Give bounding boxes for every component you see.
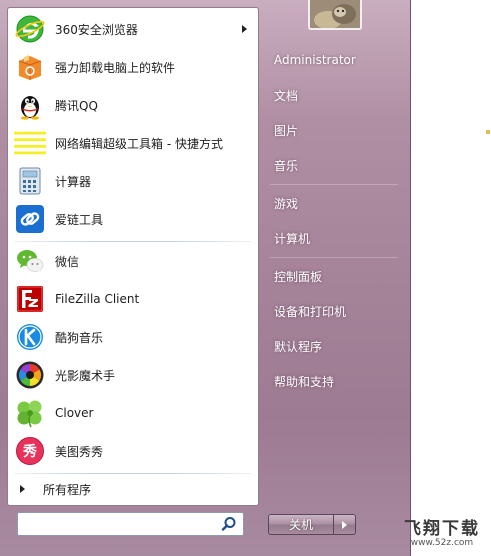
program-label: 光影魔术手 bbox=[55, 368, 116, 383]
default-programs-label: 默认程序 bbox=[274, 339, 323, 354]
site-watermark: 飞翔下载 www.52z.com bbox=[396, 514, 488, 554]
music-link[interactable]: 音乐 bbox=[268, 151, 402, 179]
search-icon[interactable] bbox=[220, 515, 238, 533]
program-item-clover[interactable]: Clover bbox=[9, 394, 257, 432]
uninstall-box-icon bbox=[14, 51, 46, 83]
user-name-label: Administrator bbox=[274, 53, 356, 67]
wechat-icon bbox=[14, 245, 46, 277]
program-item-web-toolbox[interactable]: 网络编辑超级工具箱 - 快捷方式 bbox=[9, 124, 257, 162]
pictures-link[interactable]: 图片 bbox=[268, 116, 402, 144]
program-item-ailian-tool[interactable]: 爱链工具 bbox=[9, 200, 257, 238]
program-label: 美图秀秀 bbox=[55, 444, 104, 459]
devices-printers-link[interactable]: 设备和打印机 bbox=[268, 297, 402, 325]
program-item-kugou[interactable]: 酷狗音乐 bbox=[9, 318, 257, 356]
program-label: 网络编辑超级工具箱 - 快捷方式 bbox=[55, 136, 223, 151]
program-label: 酷狗音乐 bbox=[55, 330, 104, 345]
start-menu: 360安全浏览器 强力卸载电脑上的软件 腾讯QQ 网络编辑超级工具箱 - 快捷方… bbox=[0, 0, 411, 556]
yellow-lines-icon bbox=[14, 127, 46, 159]
filezilla-icon bbox=[14, 283, 46, 315]
program-item-wechat[interactable]: 微信 bbox=[9, 242, 257, 280]
user-name-link[interactable]: Administrator bbox=[268, 46, 402, 74]
program-item-nevercam[interactable]: 光影魔术手 bbox=[9, 356, 257, 394]
control-panel-label: 控制面板 bbox=[274, 269, 323, 284]
default-programs-link[interactable]: 默认程序 bbox=[268, 332, 402, 360]
help-support-link[interactable]: 帮助和支持 bbox=[268, 367, 402, 395]
documents-link[interactable]: 文档 bbox=[268, 81, 402, 109]
programs-pane: 360安全浏览器 强力卸载电脑上的软件 腾讯QQ 网络编辑超级工具箱 - 快捷方… bbox=[7, 7, 259, 506]
expand-arrow-icon bbox=[20, 485, 25, 493]
program-item-qq[interactable]: 腾讯QQ bbox=[9, 86, 257, 124]
watermark-sub: www.52z.com bbox=[410, 538, 474, 548]
search-input[interactable] bbox=[23, 514, 220, 534]
shutdown-options-button[interactable] bbox=[334, 514, 356, 535]
documents-label: 文档 bbox=[274, 88, 299, 103]
shutdown-button[interactable]: 关机 bbox=[268, 514, 334, 535]
program-label: 360安全浏览器 bbox=[55, 22, 138, 37]
background-mark bbox=[486, 130, 490, 134]
clover-icon bbox=[14, 397, 46, 429]
devices-printers-label: 设备和打印机 bbox=[274, 304, 347, 319]
chain-link-icon bbox=[14, 203, 46, 235]
browser-360-icon bbox=[14, 13, 46, 45]
all-programs-button[interactable]: 所有程序 bbox=[9, 477, 257, 501]
svg-text:秀: 秀 bbox=[22, 443, 38, 460]
program-item-360-browser[interactable]: 360安全浏览器 bbox=[9, 10, 257, 48]
control-panel-link[interactable]: 控制面板 bbox=[268, 262, 402, 290]
computer-label: 计算机 bbox=[274, 231, 311, 246]
all-programs-label: 所有程序 bbox=[43, 482, 92, 497]
right-separator bbox=[270, 257, 398, 258]
qq-penguin-icon bbox=[14, 89, 46, 121]
program-label: 爱链工具 bbox=[55, 212, 104, 227]
help-support-label: 帮助和支持 bbox=[274, 374, 335, 389]
right-separator bbox=[270, 184, 398, 185]
program-label: 腾讯QQ bbox=[55, 98, 98, 113]
all-programs-separator bbox=[14, 473, 252, 474]
meitu-icon: 秀 bbox=[14, 435, 46, 467]
games-label: 游戏 bbox=[274, 196, 299, 211]
program-item-meitu[interactable]: 秀 美图秀秀 bbox=[9, 432, 257, 470]
program-label: Clover bbox=[55, 406, 94, 420]
program-item-uninstaller[interactable]: 强力卸载电脑上的软件 bbox=[9, 48, 257, 86]
program-label: 强力卸载电脑上的软件 bbox=[55, 60, 176, 75]
calculator-icon bbox=[14, 165, 46, 197]
user-avatar[interactable] bbox=[308, 0, 362, 30]
kugou-icon bbox=[14, 321, 46, 353]
music-label: 音乐 bbox=[274, 158, 299, 173]
aperture-icon bbox=[14, 359, 46, 391]
program-label: FileZilla Client bbox=[55, 292, 140, 306]
search-box[interactable] bbox=[17, 512, 244, 536]
games-link[interactable]: 游戏 bbox=[268, 189, 402, 217]
pictures-label: 图片 bbox=[274, 123, 299, 138]
program-item-filezilla[interactable]: FileZilla Client bbox=[9, 280, 257, 318]
chevron-right-icon bbox=[342, 520, 347, 529]
program-label: 计算器 bbox=[55, 174, 92, 189]
shutdown-label: 关机 bbox=[288, 518, 313, 532]
watermark-main: 飞翔下载 bbox=[404, 519, 480, 539]
computer-link[interactable]: 计算机 bbox=[268, 224, 402, 252]
program-item-calculator[interactable]: 计算器 bbox=[9, 162, 257, 200]
submenu-arrow-icon[interactable] bbox=[242, 25, 247, 33]
program-label: 微信 bbox=[55, 254, 80, 269]
